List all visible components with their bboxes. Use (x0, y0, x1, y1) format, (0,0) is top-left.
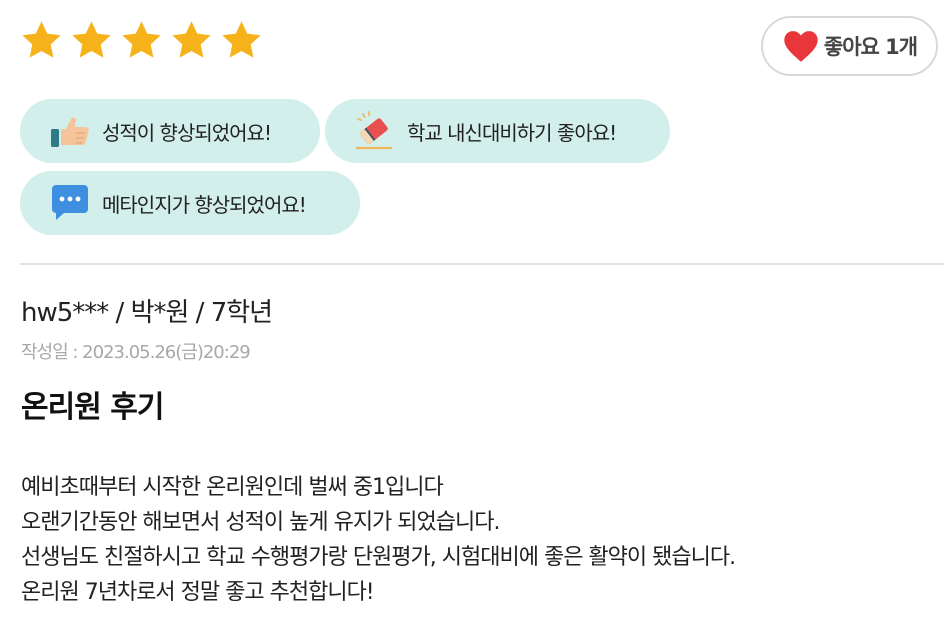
review-body-line: 온리원 7년차로서 정말 좋고 추천합니다! (21, 580, 375, 605)
review-title: 온리원 후기 (21, 390, 164, 425)
review-body: 예비초때부터 시작한 온리원인데 벌써 중1입니다 오랜기간동안 해보면서 성적… (21, 470, 736, 610)
review-body-line: 예비초때부터 시작한 온리원인데 벌써 중1입니다 (21, 475, 444, 500)
tag-label: 메타인지가 향상되었어요! (102, 192, 307, 217)
star-icon (22, 21, 61, 58)
review-body-line: 오랜기간동안 해보면서 성적이 높게 유지가 되었습니다. (21, 510, 500, 535)
thumbs-up-icon (51, 117, 89, 147)
pencil-eraser-icon (355, 111, 393, 150)
tag-grades-improved[interactable]: 성적이 향상되었어요! (20, 99, 320, 163)
star-icon (122, 21, 161, 58)
tag-school-exam-prep[interactable]: 학교 내신대비하기 좋아요! (325, 99, 670, 163)
tag-label: 학교 내신대비하기 좋아요! (407, 120, 617, 145)
tag-label: 성적이 향상되었어요! (102, 120, 272, 145)
star-icon (222, 21, 261, 58)
heart-icon (784, 31, 818, 62)
review-date: 작성일 : 2023.05.26(금)20:29 (21, 342, 251, 363)
review-author: hw5*** / 박*원 / 7학년 (21, 298, 273, 328)
tag-metacognition-improved[interactable]: 메타인지가 향상되었어요! (20, 171, 360, 235)
star-icon (172, 21, 211, 58)
like-button[interactable]: 좋아요 1개 (761, 16, 938, 76)
star-icon (72, 21, 111, 58)
review-body-line: 선생님도 친절하시고 학교 수행평가랑 단원평가, 시험대비에 좋은 활약이 됐… (21, 545, 736, 570)
divider (20, 263, 944, 265)
like-count-label: 좋아요 1개 (823, 35, 918, 59)
star-rating (19, 18, 264, 63)
chat-bubble-icon (52, 185, 88, 220)
